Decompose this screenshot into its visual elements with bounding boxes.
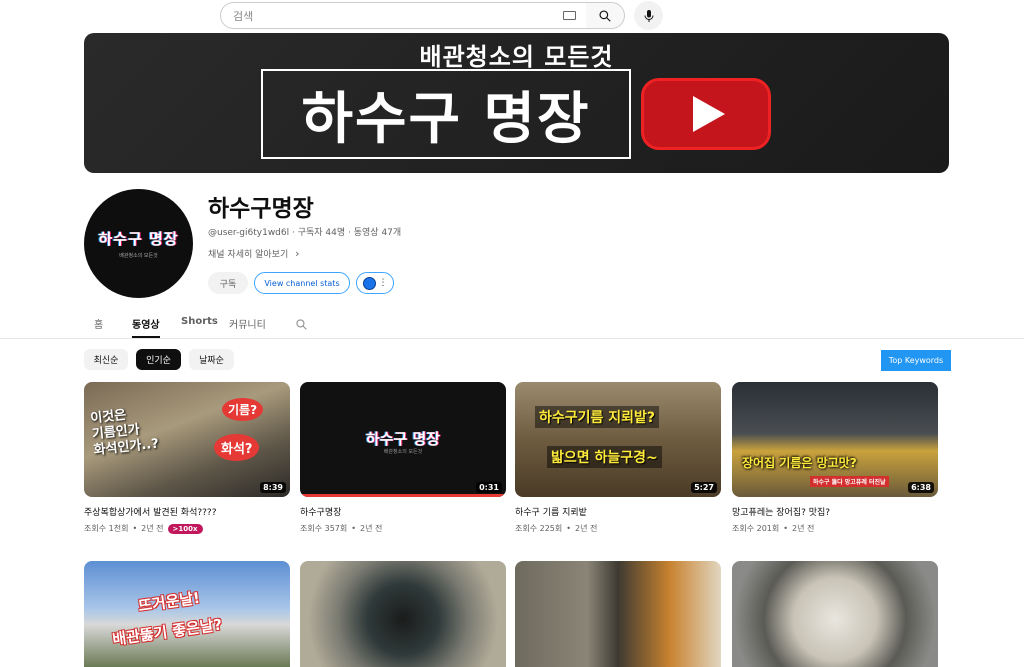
views-multiplier-badge: >100x bbox=[167, 523, 203, 534]
video-thumbnail[interactable]: 뜨거운날! 배관뚫기 좋은날? bbox=[84, 561, 290, 667]
video-title[interactable]: 하수구명장 bbox=[300, 505, 506, 518]
tab-community[interactable]: 커뮤니티 bbox=[229, 316, 266, 340]
video-meta: 조회수 1천회 • 2년 전 >100x bbox=[84, 523, 290, 534]
search-placeholder: 검색 bbox=[233, 9, 254, 23]
video-duration: 5:27 bbox=[691, 482, 717, 493]
chip-oldest[interactable]: 날짜순 bbox=[189, 349, 234, 370]
video-duration: 6:38 bbox=[908, 482, 934, 493]
banner-subtitle: 배관청소의 모든것 bbox=[419, 43, 614, 71]
thumbnail-overlay-bubble: 기름? bbox=[222, 398, 264, 421]
channel-more-link[interactable]: 채널 자세히 알아보기 › bbox=[208, 247, 300, 260]
video-duration: 8:39 bbox=[260, 482, 286, 493]
video-meta: 조회수 225회 • 2년 전 bbox=[515, 524, 598, 533]
thumbnail-overlay-bubble: 화석? bbox=[214, 434, 260, 461]
video-thumbnail[interactable]: 하수구기름 지뢰밭? 밟으면 하늘구경~ 5:27 bbox=[515, 382, 721, 497]
more-vert-icon[interactable]: ⋮ bbox=[379, 278, 388, 288]
tab-shorts[interactable]: Shorts bbox=[181, 316, 218, 340]
video-thumbnail[interactable] bbox=[300, 561, 506, 667]
keyboard-icon[interactable] bbox=[563, 11, 576, 20]
avatar-text: 하수구 명장 bbox=[98, 230, 179, 248]
tabs-divider bbox=[0, 338, 1024, 339]
banner-title: 하수구 명장 bbox=[261, 69, 631, 159]
search-button[interactable] bbox=[586, 2, 625, 29]
video-title[interactable]: 망고퓨레는 장어집? 맛집? bbox=[732, 505, 938, 518]
upload-age: 2년 전 bbox=[574, 524, 598, 533]
view-count: 조회수 201회 bbox=[732, 524, 780, 533]
video-count: 동영상 47개 bbox=[353, 228, 402, 238]
microphone-icon bbox=[644, 9, 653, 22]
view-count: 조회수 225회 bbox=[515, 524, 563, 533]
thumbnail-overlay-text: 장어집 기름은 망고맛? bbox=[742, 456, 857, 470]
channel-meta: @user-gi6ty1wd6l · 구독자 44명 · 동영상 47개 bbox=[208, 228, 402, 238]
search-input[interactable]: 검색 bbox=[220, 2, 587, 29]
voice-search-button[interactable] bbox=[634, 1, 663, 30]
tab-videos[interactable]: 동영상 bbox=[132, 316, 160, 338]
search-icon bbox=[599, 9, 611, 22]
watch-progress-bar bbox=[300, 494, 506, 497]
extension-icon bbox=[362, 276, 376, 290]
thumbnail-overlay-text: 하수구 명장 bbox=[365, 430, 441, 448]
video-title[interactable]: 주상복합상가에서 발견된 화석???? bbox=[84, 505, 290, 518]
tab-home[interactable]: 홈 bbox=[94, 316, 103, 340]
avatar-subtext: 배관청소의 모든것 bbox=[119, 253, 158, 259]
channel-banner: 배관청소의 모든것 하수구 명장 bbox=[84, 33, 949, 173]
video-duration: 0:31 bbox=[476, 482, 502, 493]
video-thumbnail[interactable]: 이것은 기름인가 화석인가..? 기름? 화석? 8:39 bbox=[84, 382, 290, 497]
chip-latest[interactable]: 최신순 bbox=[84, 349, 128, 370]
channel-avatar: 하수구 명장 배관청소의 모든것 bbox=[84, 189, 193, 298]
video-thumbnail[interactable] bbox=[515, 561, 721, 667]
subscriber-count: 구독자 44명 bbox=[297, 228, 346, 238]
video-meta: 조회수 201회 • 2년 전 bbox=[732, 524, 815, 533]
channel-search-icon[interactable] bbox=[295, 316, 308, 335]
thumbnail-overlay-text: 밟으면 하늘구경~ bbox=[547, 446, 662, 468]
top-keywords-button[interactable]: Top Keywords bbox=[881, 350, 951, 371]
video-meta: 조회수 357회 • 2년 전 bbox=[300, 524, 383, 533]
play-icon bbox=[693, 96, 725, 132]
video-card[interactable]: 하수구기름 지뢰밭? 밟으면 하늘구경~ 5:27 하수구 기름 지뢰밭 조회수… bbox=[515, 382, 721, 534]
video-card[interactable]: 이것은 기름인가 화석인가..? 기름? 화석? 8:39 주상복합상가에서 발견된… bbox=[84, 382, 290, 534]
upload-age: 2년 전 bbox=[141, 524, 164, 533]
youtube-play-logo bbox=[641, 78, 771, 150]
view-channel-stats-button[interactable]: View channel stats bbox=[254, 272, 350, 294]
view-count: 조회수 357회 bbox=[300, 524, 348, 533]
channel-handle: @user-gi6ty1wd6l bbox=[208, 228, 290, 238]
channel-name: 하수구명장 bbox=[208, 196, 314, 222]
chip-popular[interactable]: 인기순 bbox=[136, 349, 181, 370]
video-thumbnail[interactable]: 하수구 명장 배관청소의 모든것 0:31 bbox=[300, 382, 506, 497]
video-thumbnail[interactable] bbox=[732, 561, 938, 667]
video-card[interactable]: 장어집 기름은 망고맛? 하수구 뚫다 망고퓨레 터진날 6:38 망고퓨레는 … bbox=[732, 382, 938, 534]
thumbnail-overlay-subtext: 배관청소의 모든것 bbox=[383, 449, 423, 455]
video-title[interactable]: 하수구 기름 지뢰밭 bbox=[515, 505, 721, 518]
channel-more-label: 채널 자세히 알아보기 bbox=[208, 250, 289, 260]
extension-button[interactable]: ⋮ bbox=[356, 272, 394, 294]
chevron-right-icon: › bbox=[295, 247, 300, 260]
thumbnail-overlay-text: 하수구기름 지뢰밭? bbox=[535, 406, 660, 428]
upload-age: 2년 전 bbox=[359, 524, 383, 533]
subscribe-button[interactable]: 구독 bbox=[208, 272, 248, 294]
video-thumbnail[interactable]: 장어집 기름은 망고맛? 하수구 뚫다 망고퓨레 터진날 6:38 bbox=[732, 382, 938, 497]
upload-age: 2년 전 bbox=[791, 524, 815, 533]
view-count: 조회수 1천회 bbox=[84, 524, 129, 533]
thumbnail-overlay-text: 뜨거운날! bbox=[137, 588, 202, 616]
thumbnail-overlay-text: 이것은 기름인가 화석인가..? bbox=[89, 407, 160, 459]
thumbnail-overlay-text: 배관뚫기 좋은날? bbox=[111, 615, 224, 649]
video-card[interactable]: 하수구 명장 배관청소의 모든것 0:31 하수구명장 조회수 357회 • 2년 … bbox=[300, 382, 506, 534]
thumbnail-overlay-subtext: 하수구 뚫다 망고퓨레 터진날 bbox=[810, 476, 889, 487]
